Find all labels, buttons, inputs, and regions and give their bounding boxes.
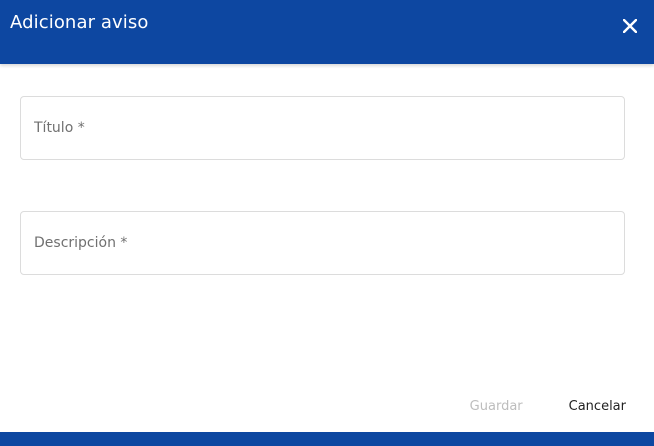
description-input[interactable] <box>21 212 624 274</box>
close-icon <box>623 19 637 33</box>
save-button[interactable]: Guardar <box>470 399 523 414</box>
close-button[interactable] <box>618 14 642 38</box>
add-notice-dialog: Adicionar aviso Guardar Cancelar <box>0 0 654 432</box>
dialog-title: Adicionar aviso <box>10 12 149 33</box>
title-input[interactable] <box>21 97 624 159</box>
dialog-actions: Guardar Cancelar <box>470 396 626 416</box>
cancel-button[interactable]: Cancelar <box>569 399 626 414</box>
title-field[interactable] <box>20 96 625 160</box>
dialog-header: Adicionar aviso <box>0 0 654 64</box>
description-field[interactable] <box>20 211 625 275</box>
